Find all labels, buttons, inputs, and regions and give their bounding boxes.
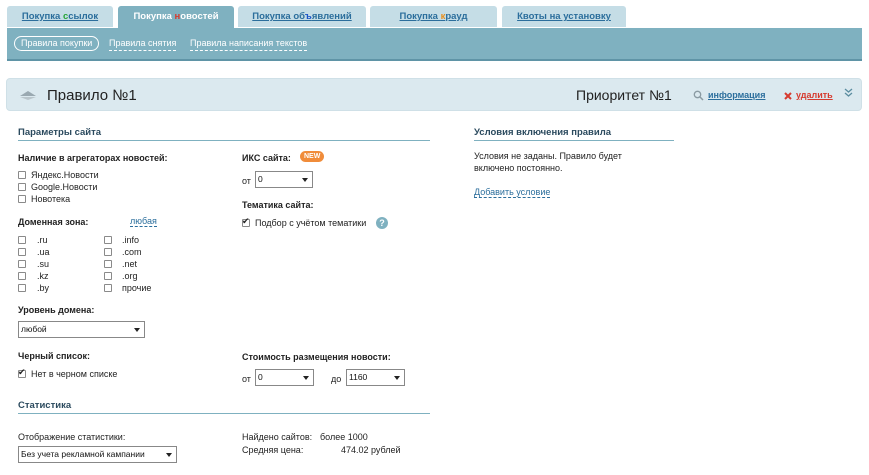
search-icon (693, 90, 704, 101)
conditions-text-line1: Условия не заданы. Правило будет (474, 151, 622, 161)
delete-link[interactable]: удалить (796, 90, 833, 100)
rule-header: Правило №1 Приоритет №1 информация удали… (6, 78, 862, 111)
domain-zone-any-link[interactable]: любая (130, 216, 157, 227)
tab-label: овостей (180, 11, 219, 22)
iks-from-label: от (242, 176, 251, 186)
chevron-down-icon (166, 453, 172, 457)
chevron-down-icon (303, 376, 309, 380)
zone-label: .kz (37, 271, 49, 281)
select-value: любой (21, 324, 47, 334)
checkbox-label: Подбор с учётом тематики (255, 218, 367, 228)
blacklist-label: Черный список: (18, 351, 90, 361)
checkbox-zone-ru[interactable] (18, 236, 26, 244)
theme-label: Тематика сайта: (242, 200, 314, 210)
zone-label: .ru (37, 235, 48, 245)
zone-label: .info (122, 235, 140, 245)
checkbox-zone-su[interactable] (18, 260, 26, 268)
section-site-params: Параметры сайта (18, 127, 430, 141)
zone-label: .com (122, 247, 142, 257)
checkbox-label: Google.Новости (31, 182, 98, 192)
info-link[interactable]: информация (708, 90, 765, 100)
checkbox-yandex-news[interactable] (18, 171, 26, 179)
found-sites-value: более 1000 (320, 432, 368, 442)
domain-zone-label: Доменная зона: (18, 217, 89, 227)
rule-title: Правило №1 (47, 87, 137, 104)
section-statistics: Статистика (18, 400, 430, 414)
select-value: 0 (258, 174, 263, 184)
chevron-down-icon (302, 178, 308, 182)
cost-from-label: от (242, 374, 251, 384)
rule-priority: Приоритет №1 (576, 87, 672, 103)
checkbox-zone-net[interactable] (104, 260, 112, 268)
help-icon[interactable]: ? (376, 217, 388, 229)
stats-display-select[interactable]: Без учета рекламной кампании (18, 446, 177, 463)
chevron-down-icon (394, 376, 400, 380)
tab-label: Покупка (21, 11, 63, 22)
tab-label: Покупка (133, 11, 175, 22)
checkbox-zone-kz[interactable] (18, 272, 26, 280)
conditions-text-line2: включено постоянно. (474, 163, 563, 173)
tab-label: Покупка (399, 11, 441, 22)
zone-label: прочие (122, 283, 152, 293)
delete-icon[interactable] (784, 92, 792, 100)
zone-label: .net (122, 259, 138, 269)
aggregators-label: Наличие в агрегаторах новостей: (18, 153, 168, 163)
domain-level-label: Уровень домена: (18, 305, 95, 315)
checkbox-zone-ua[interactable] (18, 248, 26, 256)
iks-label: ИКС сайта: (242, 153, 291, 163)
tab-label: явлений (311, 11, 352, 22)
zone-label: .org (122, 271, 138, 281)
zone-label: .by (37, 283, 50, 293)
tab-label-highlight: ъ (304, 11, 312, 22)
checkbox-not-blacklisted[interactable] (18, 367, 26, 378)
select-value: Без учета рекламной кампании (21, 449, 145, 459)
found-sites-label: Найдено сайтов: (242, 432, 313, 442)
tab-buy-crowd[interactable]: Покупка крауд (370, 6, 497, 27)
iks-from-select[interactable]: 0 (255, 171, 313, 188)
collapse-icon[interactable] (19, 89, 37, 101)
checkbox-zone-by[interactable] (18, 284, 26, 292)
domain-level-select[interactable]: любой (18, 321, 145, 338)
tab-buy-ads[interactable]: Покупка объявлений (238, 6, 366, 27)
subtab-text-rules[interactable]: Правила написания текстов (190, 37, 308, 51)
select-value: 0 (258, 372, 263, 382)
checkbox-theme-match[interactable] (242, 216, 250, 227)
zone-label: .ua (37, 247, 50, 257)
tab-label: Покупка об (252, 11, 305, 22)
tab-label: Квоты на установку (517, 11, 611, 22)
new-badge: NEW (300, 151, 325, 162)
zone-label: .su (37, 259, 50, 269)
double-chevron-down-icon[interactable] (844, 88, 853, 99)
avg-price-label: Средняя цена: (242, 445, 304, 455)
tab-label: сылок (68, 11, 99, 22)
checkbox-label: Новотека (31, 194, 71, 204)
checkbox-zone-info[interactable] (104, 236, 112, 244)
checkbox-google-news[interactable] (18, 183, 26, 191)
cost-to-select[interactable]: 1160 (346, 369, 405, 386)
cost-to-label: до (331, 374, 342, 384)
tab-buy-news[interactable]: Покупка новостей (118, 6, 234, 28)
stats-display-label: Отображение статистики: (18, 432, 126, 442)
checkbox-label: Яндекс.Новости (31, 170, 99, 180)
tab-buy-links[interactable]: Покупка ссылок (7, 6, 113, 27)
subtab-remove-rules[interactable]: Правила снятия (109, 37, 177, 51)
add-condition-link[interactable]: Добавить условие (474, 187, 551, 198)
checkbox-label: Нет в черном списке (31, 369, 118, 379)
checkbox-zone-other[interactable] (104, 284, 112, 292)
chevron-down-icon (134, 328, 140, 332)
avg-price-value: 474.02 рублей (341, 445, 401, 455)
select-value: 1160 (349, 372, 368, 382)
tab-label: рауд (445, 11, 468, 22)
cost-label: Стоимость размещения новости: (242, 352, 391, 362)
tab-install-quotas[interactable]: Квоты на установку (502, 6, 626, 27)
checkbox-zone-com[interactable] (104, 248, 112, 256)
cost-from-select[interactable]: 0 (255, 369, 314, 386)
checkbox-zone-org[interactable] (104, 272, 112, 280)
section-conditions: Условия включения правила (474, 127, 674, 141)
subtab-buy-rules[interactable]: Правила покупки (14, 36, 100, 51)
checkbox-novoteka[interactable] (18, 195, 26, 203)
subtab-bar: Правила покупки Правила снятия Правила н… (7, 28, 862, 61)
